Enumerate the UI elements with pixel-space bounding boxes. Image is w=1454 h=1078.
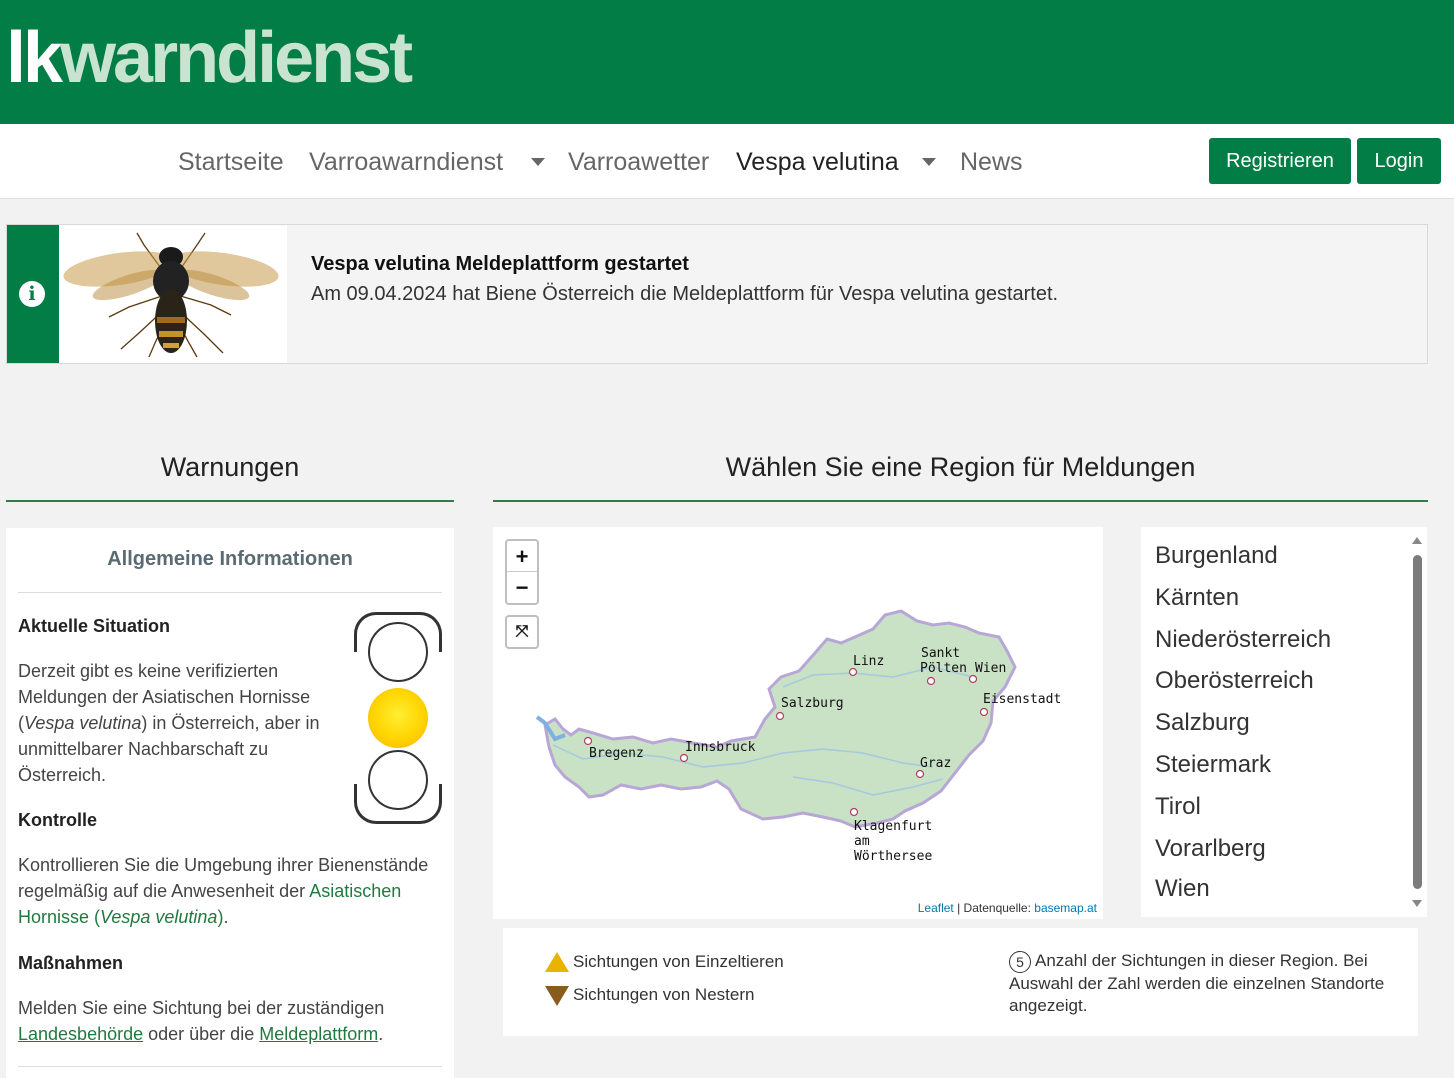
site-header: lkwarndienst (0, 0, 1454, 124)
traffic-light-green-off (368, 750, 428, 810)
measures-heading: Maßnahmen (18, 953, 124, 973)
announcement-side-bar: i (7, 225, 59, 363)
scroll-down-icon[interactable] (1412, 900, 1422, 907)
city-label-linz: Linz (853, 654, 884, 669)
scrollbar-thumb[interactable] (1413, 555, 1422, 889)
nav-news[interactable]: News (960, 148, 1023, 177)
region-list: Burgenland Kärnten Niederösterreich Ober… (1141, 527, 1427, 917)
info-icon: i (19, 281, 45, 307)
measures-text: Melden Sie eine Sichtung bei der zuständ… (18, 998, 385, 1044)
city-label-klagenfurt: Klagenfurt (854, 819, 932, 834)
city-label-woerthersee: Wörthersee (854, 849, 932, 864)
region-tirol[interactable]: Tirol (1155, 793, 1201, 821)
zoom-in-button[interactable]: + (507, 541, 537, 572)
region-divider (493, 500, 1428, 502)
region-niederoesterreich[interactable]: Niederösterreich (1155, 626, 1331, 654)
announcement-banner: i Vespa velutina Meldeplattform gestarte… (6, 224, 1428, 364)
warnings-title: Warnungen (160, 452, 300, 482)
login-button[interactable]: Login (1357, 138, 1441, 184)
chevron-down-icon[interactable] (922, 158, 936, 166)
situation-text: Derzeit gibt es keine verifizierten Meld… (18, 661, 320, 785)
city-label-salzburg: Salzburg (781, 696, 844, 711)
city-label-graz: Graz (920, 756, 951, 771)
divider (18, 1066, 442, 1067)
region-vorarlberg[interactable]: Vorarlberg (1155, 835, 1266, 863)
city-label-wien: Wien (975, 661, 1006, 676)
situation-heading: Aktuelle Situation (18, 616, 171, 636)
region-select-title: Wählen Sie eine Region für Meldungen (725, 452, 1196, 482)
asian-hornet-link-cont[interactable]: Hornisse (Vespa velutina) (18, 907, 223, 927)
control-heading: Kontrolle (18, 810, 97, 830)
legend-count-note: 5 Anzahl der Sichtungen in dieser Region.… (1009, 950, 1385, 1015)
city-label-poelten: Pölten (920, 661, 967, 676)
map-legend: Sichtungen von Einzeltieren Sichtungen v… (503, 928, 1418, 1036)
region-salzburg[interactable]: Salzburg (1155, 709, 1250, 737)
austria-map[interactable]: Linz Sankt Pölten Wien Eisenstadt Salzbu… (493, 527, 1103, 919)
fullscreen-icon[interactable]: ⤧ (505, 615, 539, 649)
control-text: Kontrollieren Sie die Umgebung ihrer Bie… (18, 855, 429, 927)
nav-vespa-velutina[interactable]: Vespa velutina (736, 148, 899, 177)
nav-startseite[interactable]: Startseite (178, 148, 284, 177)
register-button[interactable]: Registrieren (1209, 138, 1351, 184)
city-label-sankt: Sankt (921, 646, 960, 661)
region-steiermark[interactable]: Steiermark (1155, 751, 1271, 779)
landesbehoerde-link[interactable]: Landesbehörde (18, 1024, 143, 1044)
logo-warndienst: warndienst (60, 18, 413, 98)
nav-varroawarndienst[interactable]: Varroawarndienst (309, 148, 503, 177)
traffic-light-red-off (368, 622, 428, 682)
divider (18, 592, 442, 593)
hornet-image (59, 225, 287, 363)
leaflet-link[interactable]: Leaflet (918, 901, 954, 915)
traffic-light (354, 612, 442, 824)
city-label-am: am (854, 834, 870, 849)
legend-nests: Sichtungen von Nestern (573, 985, 755, 1004)
region-burgenland[interactable]: Burgenland (1155, 542, 1278, 570)
nav-varroawetter[interactable]: Varroawetter (568, 148, 709, 177)
city-label-eisenstadt: Eisenstadt (983, 692, 1061, 707)
triangle-up-icon (545, 952, 569, 972)
zoom-control: + − (505, 539, 539, 605)
asian-hornet-link[interactable]: Asiatischen (309, 881, 401, 901)
zoom-out-button[interactable]: − (507, 572, 537, 603)
map-attribution: Leaflet | Datenquelle: basemap.at (917, 901, 1097, 915)
city-label-bregenz: Bregenz (589, 746, 644, 761)
warnings-divider (6, 500, 454, 502)
meldeplattform-link[interactable]: Meldeplattform (259, 1024, 378, 1044)
city-label-innsbruck: Innsbruck (685, 740, 756, 755)
count-circle-icon: 5 (1009, 950, 1031, 973)
main-nav: Startseite Varroawarndienst Varroawetter… (0, 124, 1454, 199)
legend-single: Sichtungen von Einzeltieren (573, 952, 784, 971)
scrollbar[interactable] (1411, 537, 1423, 907)
region-wien[interactable]: Wien (1155, 875, 1210, 903)
scroll-up-icon[interactable] (1412, 537, 1422, 544)
basemap-link[interactable]: basemap.at (1034, 901, 1097, 915)
region-kaernten[interactable]: Kärnten (1155, 584, 1239, 612)
logo-lk: lk (6, 18, 63, 98)
chevron-down-icon[interactable] (531, 158, 545, 166)
site-logo[interactable]: lkwarndienst (6, 18, 413, 98)
triangle-down-icon (545, 986, 569, 1006)
austria-map-svg[interactable]: Linz Sankt Pölten Wien Eisenstadt Salzbu… (493, 527, 1103, 919)
announcement-title: Vespa velutina Meldeplattform gestartet (311, 253, 689, 275)
warnings-card: Allgemeine Informationen Aktuelle Situat… (6, 528, 454, 1078)
announcement-text: Am 09.04.2024 hat Biene Österreich die M… (311, 283, 1059, 305)
card-title: Allgemeine Informationen (107, 548, 353, 570)
region-oberoesterreich[interactable]: Oberösterreich (1155, 667, 1314, 695)
traffic-light-yellow-on (368, 688, 428, 748)
